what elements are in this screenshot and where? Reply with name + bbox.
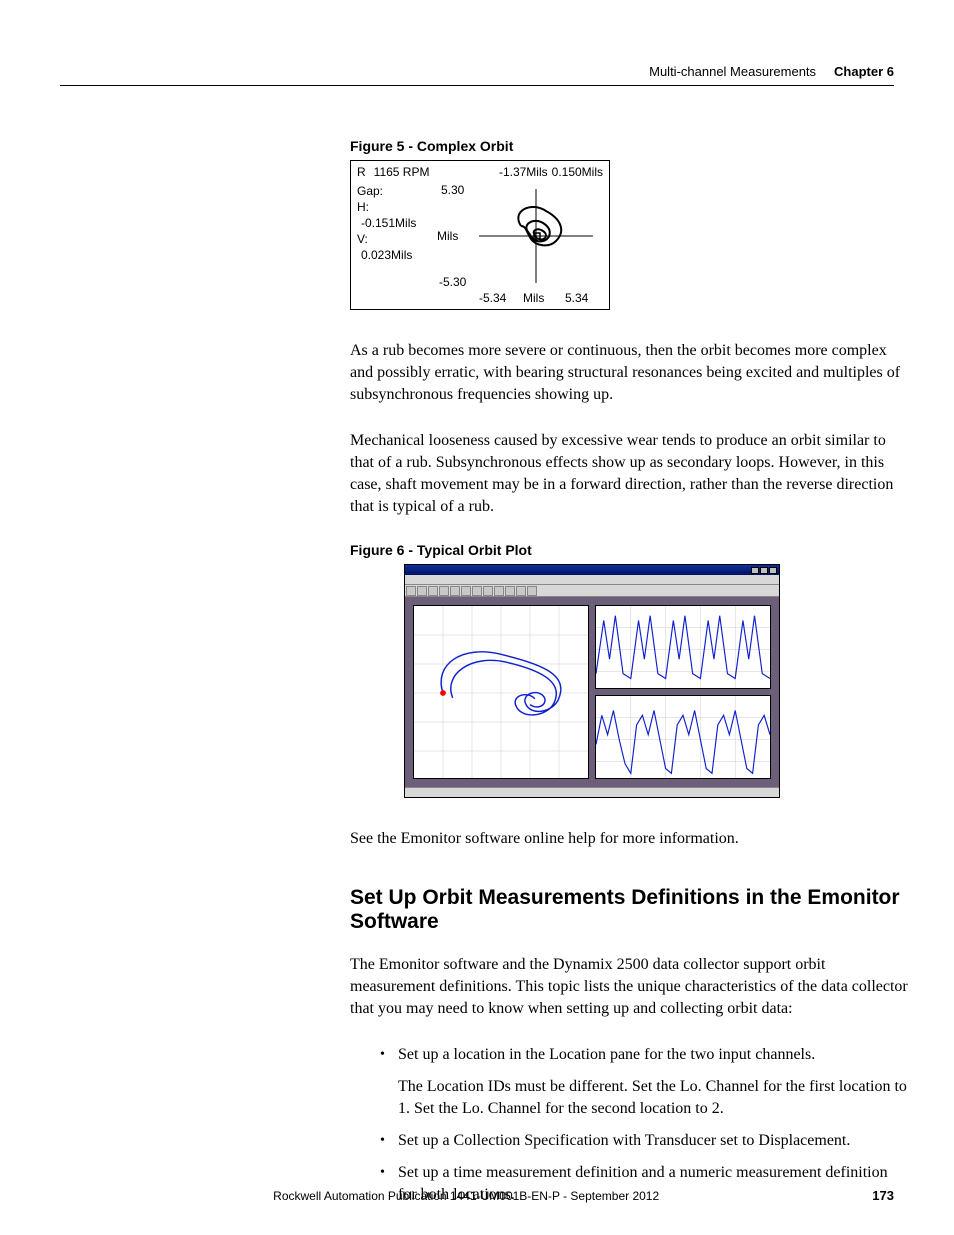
header-chapter: Chapter 6 [834, 64, 894, 79]
toolbar-icon [494, 586, 504, 596]
header-section: Multi-channel Measurements [649, 64, 816, 79]
toolbar-icon [461, 586, 471, 596]
bullet-text: Set up a Collection Specification with T… [398, 1132, 850, 1149]
bullet-item-1: Set up a location in the Location pane f… [380, 1044, 910, 1120]
bullet-subtext: The Location IDs must be different. Set … [398, 1076, 910, 1120]
figure5-complex-orbit: R 1165 RPM -1.37Mils 0.150Mils Gap: H: -… [350, 160, 610, 310]
toolbar-icon [527, 586, 537, 596]
fig5-topval1: -1.37Mils [499, 165, 548, 179]
fig5-xunit: Mils [523, 291, 544, 305]
fig6-orbit-plot [413, 605, 589, 779]
fig6-menubar [405, 575, 779, 585]
toolbar-icon [428, 586, 438, 596]
minimize-icon [751, 567, 759, 574]
section-heading: Set Up Orbit Measurements Definitions in… [350, 886, 910, 934]
main-content: Figure 5 - Complex Orbit R 1165 RPM -1.3… [350, 138, 910, 1206]
toolbar-icon [406, 586, 416, 596]
fig5-h-label: H: [357, 199, 416, 215]
fig5-yunit: Mils [437, 229, 458, 243]
toolbar-icon [472, 586, 482, 596]
fig5-ytop: 5.30 [441, 183, 464, 197]
fig5-topval2: 0.150Mils [552, 165, 603, 179]
toolbar-icon [516, 586, 526, 596]
fig5-rpm: 1165 RPM [374, 165, 430, 179]
paragraph-1: As a rub becomes more severe or continuo… [350, 340, 910, 406]
fig6-statusbar [405, 787, 779, 797]
maximize-icon [760, 567, 768, 574]
figure6-typical-orbit [404, 564, 780, 798]
fig6-waveform-bottom [595, 695, 771, 779]
fig6-toolbar [405, 585, 779, 597]
fig5-ybot: -5.30 [439, 275, 466, 289]
toolbar-icon [439, 586, 449, 596]
footer-publication: Rockwell Automation Publication 1441-UM0… [273, 1189, 659, 1203]
close-icon [769, 567, 777, 574]
toolbar-icon [450, 586, 460, 596]
running-header: Multi-channel Measurements Chapter 6 [60, 64, 894, 86]
fig5-xleft: -5.34 [479, 291, 506, 305]
bullet-text: Set up a location in the Location pane f… [398, 1046, 815, 1063]
paragraph-2: Mechanical looseness caused by excessive… [350, 430, 910, 518]
bullet-item-2: Set up a Collection Specification with T… [380, 1130, 910, 1152]
toolbar-icon [483, 586, 493, 596]
fig6-waveform-top [595, 605, 771, 689]
bullet-list: Set up a location in the Location pane f… [350, 1044, 910, 1206]
figure5-caption: Figure 5 - Complex Orbit [350, 138, 910, 154]
fig5-xright: 5.34 [565, 291, 588, 305]
toolbar-icon [417, 586, 427, 596]
paragraph-4: The Emonitor software and the Dynamix 25… [350, 954, 910, 1020]
fig5-h-val: -0.151Mils [357, 215, 416, 231]
footer-page-number: 173 [872, 1188, 894, 1203]
fig5-gap-label: Gap: [357, 183, 416, 199]
fig5-indicator: R [357, 165, 366, 179]
figure6-caption: Figure 6 - Typical Orbit Plot [350, 542, 910, 558]
fig5-v-label: V: [357, 231, 416, 247]
page-footer: Rockwell Automation Publication 1441-UM0… [60, 1188, 894, 1203]
fig5-orbit-plot [471, 181, 601, 291]
toolbar-icon [505, 586, 515, 596]
paragraph-3: See the Emonitor software online help fo… [350, 828, 910, 850]
fig6-titlebar [405, 565, 779, 575]
fig5-v-val: 0.023Mils [357, 247, 416, 263]
